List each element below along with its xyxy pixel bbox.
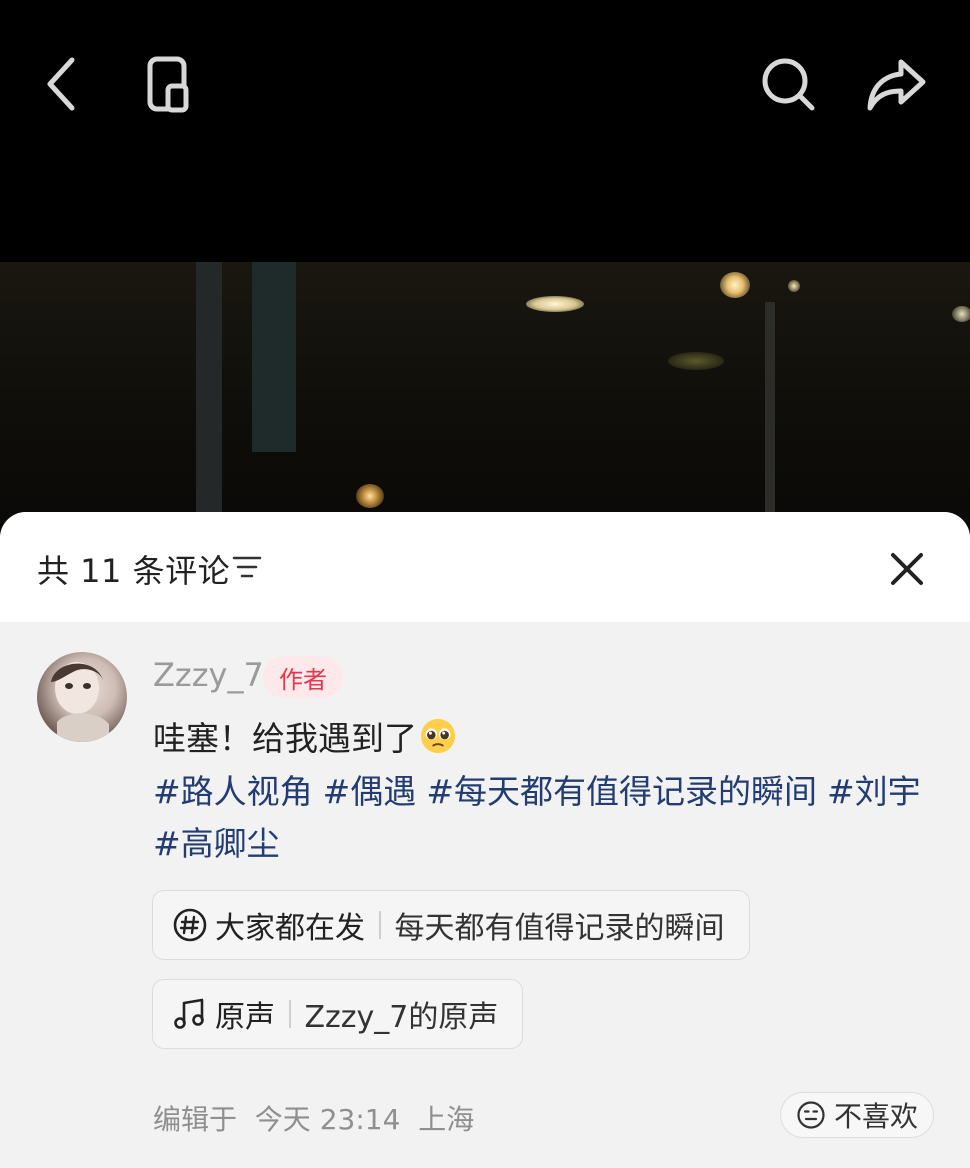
street-sign xyxy=(252,262,296,452)
edit-meta: 编辑于 今天 23:14 上海 xyxy=(153,1103,475,1136)
close-icon xyxy=(891,553,923,585)
share-arrow-icon xyxy=(867,59,926,111)
distant-light xyxy=(668,352,724,370)
search-button[interactable] xyxy=(756,52,820,116)
hashtag-icon xyxy=(173,908,207,942)
top-bar xyxy=(0,0,970,262)
author-badge: 作者 xyxy=(263,656,343,698)
mini-window-icon xyxy=(147,56,189,113)
username[interactable]: Zzzy_7 xyxy=(153,656,264,694)
post-text: 哇塞！给我遇到了 xyxy=(153,719,417,758)
street-light xyxy=(356,484,384,508)
video-frame[interactable] xyxy=(0,262,970,532)
sound-chip[interactable]: 原声 Zzzy_7的原声 xyxy=(152,979,524,1049)
dislike-label: 不喜欢 xyxy=(833,1100,918,1133)
avatar-photo xyxy=(51,662,109,742)
comment-count: 共 11 条评论 xyxy=(37,552,231,590)
hashtag-link[interactable]: #路人视角 xyxy=(153,772,313,811)
neutral-face-icon xyxy=(797,1101,825,1129)
mini-window-button[interactable] xyxy=(136,52,200,116)
back-button[interactable] xyxy=(30,52,94,116)
search-icon xyxy=(762,58,815,111)
hashtag-link[interactable]: #偶遇 xyxy=(323,772,417,811)
street-light xyxy=(720,272,750,298)
post-text-line: 哇塞！给我遇到了 xyxy=(153,712,457,760)
street-pole xyxy=(196,262,222,532)
dislike-button[interactable]: 不喜欢 xyxy=(780,1092,934,1138)
street-light xyxy=(526,296,584,312)
sound-chip-value: Zzzy_7的原声 xyxy=(304,1000,499,1035)
hashtag-list: #路人视角 #偶遇 #每天都有值得记录的瞬间 #刘宇 #高卿尘 xyxy=(153,766,943,870)
street-light xyxy=(952,306,970,322)
topic-chip[interactable]: 大家都在发 每天都有值得记录的瞬间 xyxy=(152,890,750,960)
street-light xyxy=(788,280,800,292)
chip-divider xyxy=(379,911,381,939)
share-button[interactable] xyxy=(864,52,928,116)
chevron-left-icon xyxy=(47,57,75,111)
sound-chip-lead: 原声 xyxy=(215,1000,275,1035)
sort-lines-icon xyxy=(232,556,262,578)
topic-chip-value: 每天都有值得记录的瞬间 xyxy=(394,911,725,946)
close-button[interactable] xyxy=(880,542,934,596)
topic-chip-lead: 大家都在发 xyxy=(215,911,365,946)
chip-divider xyxy=(289,1000,291,1028)
hashtag-link[interactable]: #高卿尘 xyxy=(153,824,280,863)
sheet-header: 共 11 条评论 xyxy=(0,512,970,622)
hashtag-link[interactable]: #刘宇 xyxy=(827,772,921,811)
music-note-icon xyxy=(174,998,204,1029)
hashtag-link[interactable]: #每天都有值得记录的瞬间 xyxy=(426,772,817,811)
pleading-face-emoji xyxy=(420,718,456,754)
lamp-post xyxy=(765,302,775,532)
sort-button[interactable] xyxy=(232,554,262,584)
avatar[interactable] xyxy=(37,652,127,742)
comments-sheet: 共 11 条评论 Zzzy_7 作者 哇塞！给我遇到了 #路人视角 #偶遇 #每… xyxy=(0,512,970,1168)
